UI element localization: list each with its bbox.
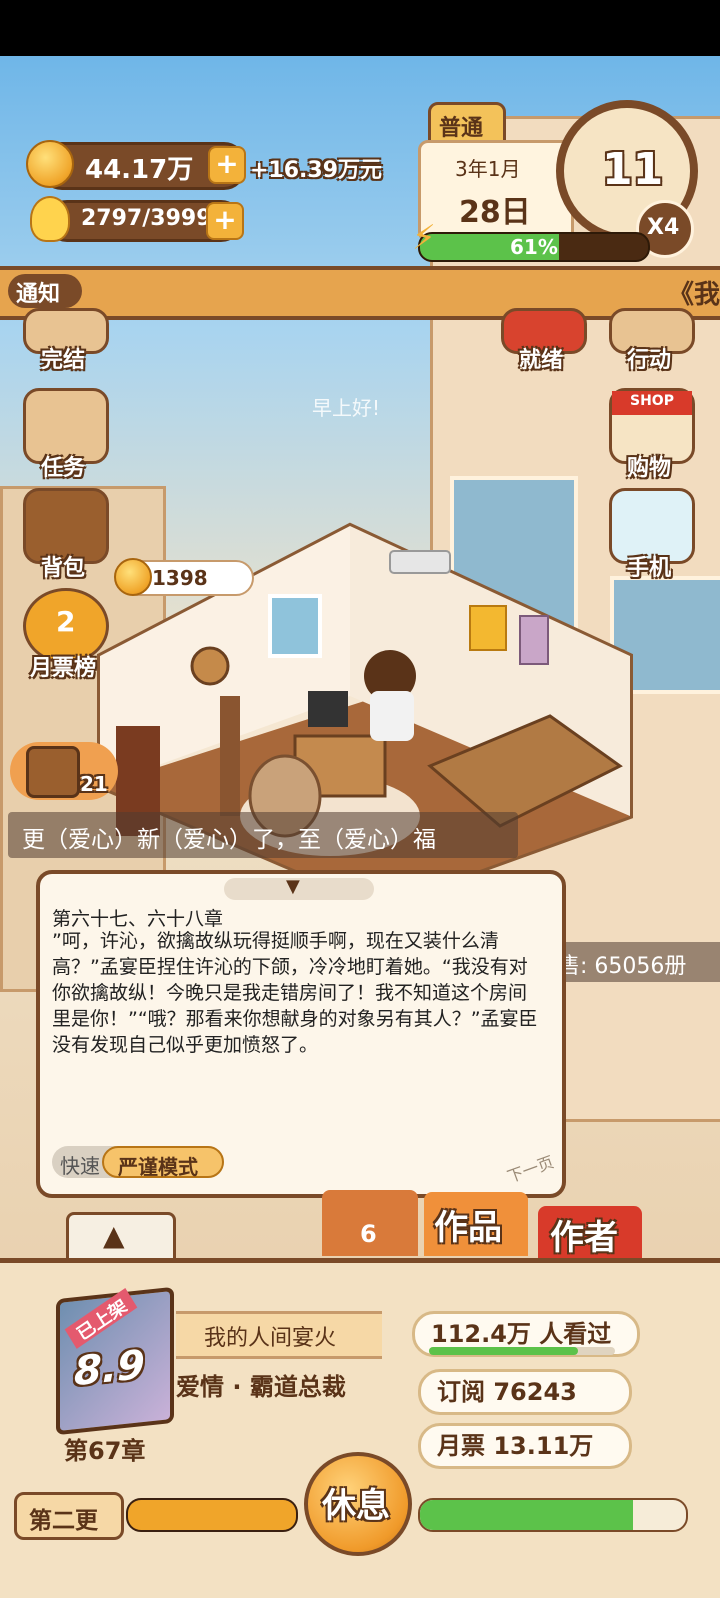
treasure-chest-icon: [26, 746, 80, 798]
energy-value: 2797/3999: [81, 206, 212, 231]
monthly-tickets-stat: 月票 13.11万: [418, 1423, 632, 1469]
phone-button[interactable]: 手机: [604, 488, 695, 581]
tab-interact[interactable]: 6: [322, 1190, 418, 1256]
next-page-button[interactable]: 下一页: [503, 1149, 557, 1188]
shop-sign: SHOP: [630, 393, 674, 409]
sales-banner: 售: 65056册: [554, 942, 720, 982]
subscriptions-text: 订阅 76243: [437, 1378, 577, 1406]
rank-badge: 2: [56, 605, 76, 638]
views-progress-fill: [429, 1347, 578, 1355]
treasure-chest-button[interactable]: 21: [10, 742, 118, 800]
book-score: 8.9: [74, 1341, 145, 1396]
coins-value: 44.17万: [85, 155, 194, 185]
tab-author-label: 作者: [550, 1218, 618, 1258]
notice-label: 通知: [16, 282, 61, 307]
book-cover[interactable]: 已上架 8.9: [56, 1286, 174, 1436]
update-label: 第二更: [29, 1508, 98, 1534]
coin-icon: [114, 558, 152, 596]
chest-count: 21: [80, 772, 108, 796]
book-title-banner: 我的人间宴火: [176, 1311, 382, 1359]
backpack-button[interactable]: 背包: [18, 488, 109, 581]
chevron-up-icon: ▲: [103, 1219, 125, 1252]
views-text: 112.4万 人看过: [431, 1320, 612, 1348]
book-chapter: 第67章: [64, 1437, 146, 1465]
greeting-text: 早上好!: [312, 396, 381, 420]
monthly-ticket-rank-button[interactable]: 2 月票榜: [18, 588, 109, 681]
complete-button[interactable]: 完结: [18, 308, 109, 398]
tasks-button[interactable]: 任务: [18, 388, 109, 481]
update-progress-fill: [128, 1500, 296, 1530]
chevron-down-icon: ▼: [286, 876, 300, 897]
calendar-date: 3年1月: [455, 157, 521, 181]
action-label: 行动: [626, 348, 671, 373]
calendar-day: 28日: [459, 195, 531, 230]
monthly-tickets-text: 月票 13.11万: [437, 1432, 594, 1460]
lightning-icon: ⚡: [412, 218, 436, 258]
book-genre: 爱情 · 霸道总裁: [176, 1373, 346, 1401]
chapter-title: 第六十七、六十八章: [52, 908, 224, 930]
update-banner-text: 更（爱心）新（爱心）了，至（爱心）福: [22, 827, 436, 853]
monthly-ticket-rank-label: 月票榜: [29, 656, 96, 681]
book-status: 已上架: [73, 1296, 131, 1346]
add-energy-button[interactable]: +: [206, 202, 244, 240]
tasks-label: 任务: [40, 456, 85, 481]
lightbulb-icon: [30, 196, 70, 242]
book-title: 我的人间宴火: [204, 1326, 337, 1351]
shop-label: 购物: [626, 456, 671, 481]
sales-text: 售: 65056册: [558, 954, 687, 979]
day-progress-bar: 61%: [418, 232, 650, 262]
mode-toggle[interactable]: 快速 严谨模式: [52, 1146, 224, 1179]
update-label-badge: 第二更: [14, 1492, 124, 1540]
update-progress-bar: [126, 1498, 298, 1532]
action-button[interactable]: 行动: [604, 308, 695, 398]
income-text: +16.39万元: [250, 158, 383, 183]
writing-progress-fill: [420, 1500, 633, 1530]
backpack-label: 背包: [40, 556, 85, 581]
interact-count: 6: [360, 1220, 377, 1248]
mode-strict-label: 严谨模式: [118, 1155, 198, 1179]
rest-label: 休息: [322, 1486, 390, 1526]
chapter-body: ”呵，许沁，欲擒故纵玩得挺顺手啊，现在又装什么清高？”孟宴臣捏住许沁的下颌，冷冷…: [52, 930, 538, 1056]
clock-hour: 11: [602, 144, 664, 195]
views-stat: 112.4万 人看过: [412, 1311, 640, 1357]
ready-label: 就绪: [518, 348, 563, 373]
coin-bubble[interactable]: 1398: [114, 558, 254, 596]
writing-progress-bar: [418, 1498, 688, 1532]
tab-works-label: 作品: [434, 1208, 502, 1248]
update-banner: 更（爱心）新（爱心）了，至（爱心）福: [8, 812, 518, 858]
shop-button[interactable]: SHOP 购物: [604, 388, 695, 481]
day-progress-label: 61%: [510, 235, 558, 259]
mode-fast[interactable]: 快速: [60, 1150, 100, 1179]
chapter-dialog[interactable]: ▼ 第六十七、六十八章 ”呵，许沁，欲擒故纵玩得挺顺手啊，现在又装什么清高？”孟…: [36, 870, 566, 1198]
collapse-handle[interactable]: ▼: [224, 876, 374, 900]
notice-text: 《我: [668, 280, 720, 310]
expand-button[interactable]: ▲: [66, 1212, 176, 1262]
bubble-coins: 1398: [152, 566, 208, 590]
mode-strict[interactable]: 严谨模式: [102, 1146, 224, 1179]
book-status-ribbon: 已上架: [64, 1288, 138, 1349]
complete-label: 完结: [40, 348, 85, 373]
rest-button[interactable]: 休息: [304, 1452, 412, 1556]
tab-works[interactable]: 作品: [424, 1192, 528, 1256]
phone-label: 手机: [626, 556, 671, 581]
ready-button[interactable]: 就绪: [496, 308, 587, 398]
subscriptions-stat: 订阅 76243: [418, 1369, 632, 1415]
views-progress: [429, 1347, 615, 1355]
tab-author[interactable]: 作者: [538, 1206, 642, 1258]
add-coins-button[interactable]: +: [208, 146, 246, 184]
notice-label-pill: 通知: [8, 274, 82, 308]
coin-icon: [26, 140, 74, 188]
